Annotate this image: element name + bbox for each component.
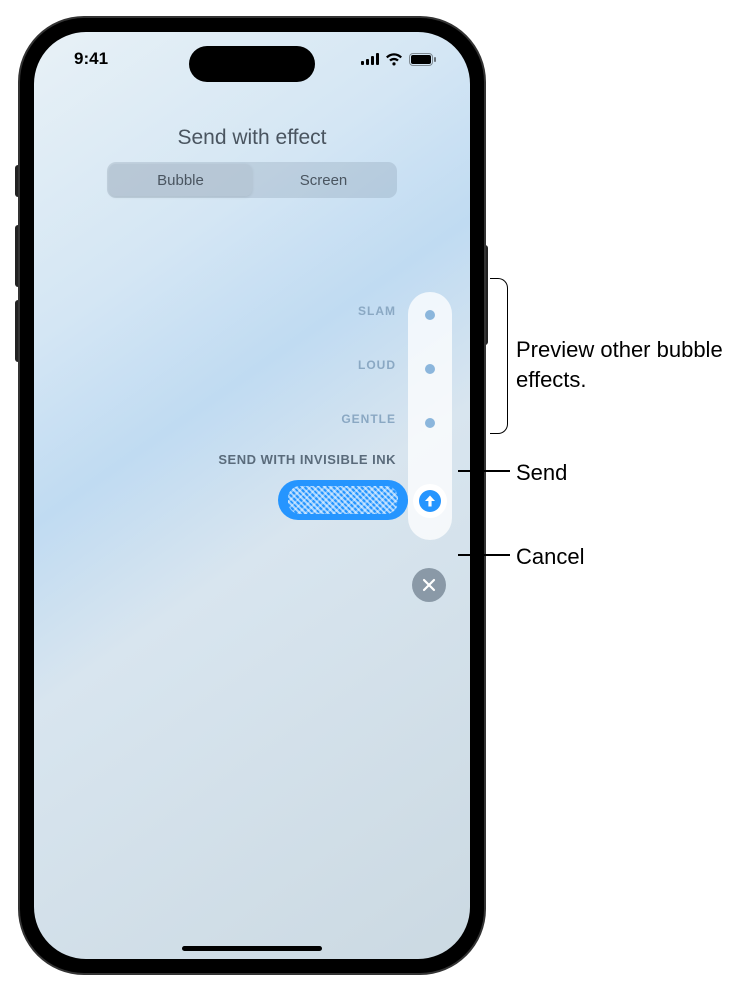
phone-frame: 9:41 Send with effect Bubble Screen SLAM… [20,18,484,973]
page-title: Send with effect [177,126,326,150]
send-button[interactable] [413,484,447,518]
callout-preview: Preview other bubble effects. [516,335,732,394]
callout-leader-cancel [458,554,510,556]
effect-dot-gentle[interactable] [425,418,435,428]
callout-leader-send [458,470,510,472]
battery-icon [409,53,436,66]
screen: 9:41 Send with effect Bubble Screen SLAM… [34,32,470,959]
dynamic-island [189,46,315,82]
arrow-up-icon [419,490,441,512]
home-indicator[interactable] [182,946,322,951]
callout-send: Send [516,458,567,488]
tab-screen[interactable]: Screen [252,164,395,196]
callout-bracket [490,278,508,434]
status-time: 9:41 [74,49,108,69]
effect-label-invisible-ink: SEND WITH INVISIBLE INK [218,452,396,467]
effect-tab-control: Bubble Screen [107,162,397,198]
effect-dot-slam[interactable] [425,310,435,320]
tab-bubble[interactable]: Bubble [109,164,252,196]
cellular-icon [361,53,379,65]
effect-label-gentle: GENTLE [341,412,396,426]
cancel-button[interactable] [412,568,446,602]
callout-cancel: Cancel [516,542,584,572]
effect-label-slam: SLAM [358,304,396,318]
effect-selector-track [408,292,452,540]
wifi-icon [385,53,403,66]
effect-dot-loud[interactable] [425,364,435,374]
message-bubble-preview [278,480,408,520]
invisible-ink-effect [288,486,398,514]
effect-label-loud: LOUD [358,358,396,372]
status-icons [361,53,436,66]
close-icon [422,578,436,592]
